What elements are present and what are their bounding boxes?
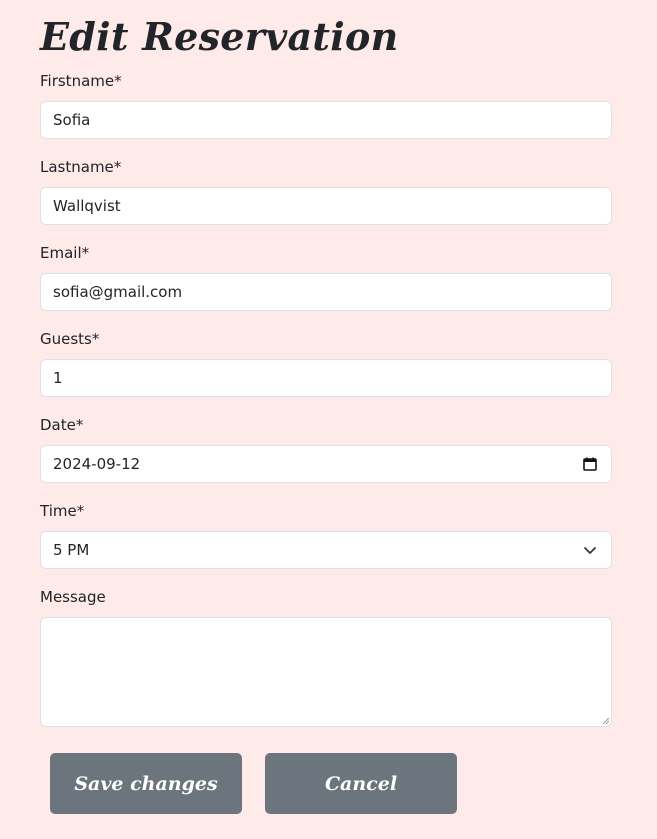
guests-label: Guests* (40, 330, 100, 348)
date-value: 2024-09-12 (53, 455, 141, 473)
firstname-value: Sofia (53, 111, 91, 129)
lastname-input[interactable]: Wallqvist (40, 187, 612, 225)
time-select[interactable]: 5 PM (40, 531, 612, 569)
date-group: Date* 2024-09-12 (40, 415, 612, 483)
time-group: Time* 5 PM (40, 501, 612, 569)
chevron-down-icon (581, 541, 599, 559)
email-group: Email* sofia@gmail.com (40, 243, 612, 311)
email-input[interactable]: sofia@gmail.com (40, 273, 612, 311)
guests-input[interactable]: 1 (40, 359, 612, 397)
date-input[interactable]: 2024-09-12 (40, 445, 612, 483)
page-title: Edit Reservation (40, 14, 399, 59)
email-label: Email* (40, 244, 90, 262)
lastname-value: Wallqvist (53, 197, 121, 215)
message-group: Message (40, 587, 612, 727)
lastname-group: Lastname* Wallqvist (40, 157, 612, 225)
save-changes-button[interactable]: Save changes (50, 753, 242, 814)
message-textarea[interactable] (40, 617, 612, 727)
firstname-group: Firstname* Sofia (40, 71, 612, 139)
guests-group: Guests* 1 (40, 329, 612, 397)
resize-grip-icon[interactable] (603, 718, 609, 724)
time-value: 5 PM (53, 541, 90, 559)
email-value: sofia@gmail.com (53, 283, 183, 301)
time-label: Time* (40, 502, 85, 520)
calendar-icon[interactable] (581, 455, 599, 473)
cancel-button[interactable]: Cancel (265, 753, 457, 814)
date-label: Date* (40, 416, 84, 434)
edit-reservation-page: Edit Reservation Firstname* Sofia Lastna… (0, 0, 657, 839)
firstname-input[interactable]: Sofia (40, 101, 612, 139)
firstname-label: Firstname* (40, 72, 122, 90)
lastname-label: Lastname* (40, 158, 122, 176)
message-label: Message (40, 588, 106, 606)
guests-value: 1 (53, 369, 63, 387)
